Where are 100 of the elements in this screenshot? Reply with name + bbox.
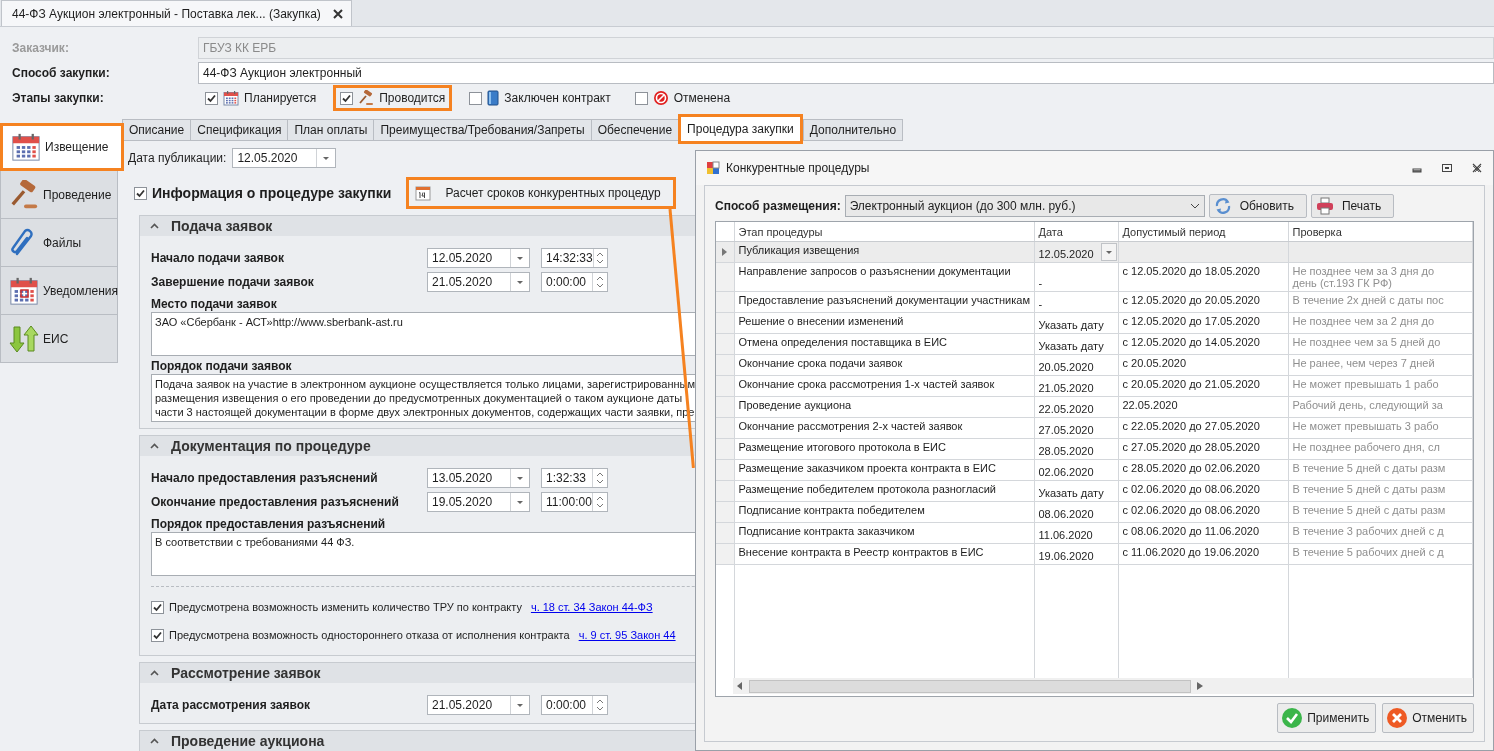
table-cell: Не позднее чем за 2 дня до [1288,312,1473,334]
checkbox[interactable] [134,186,147,200]
time-field[interactable]: 0:00:00 [541,695,608,715]
field-label: Дата публикации: [128,151,227,165]
nav-item[interactable]: Уведомления [0,267,118,315]
gavel-icon [358,90,375,106]
table-cell: 27.05.2020 [1034,417,1118,439]
arrow-left-icon[interactable] [737,682,743,690]
date-field[interactable]: 12.05.2020 [427,248,530,268]
field-label: Начало подачи заявок [151,251,285,265]
column-header[interactable]: Допустимый период [1118,222,1288,242]
table-cell: 02.06.2020 [1034,459,1118,481]
table-cell: Не может превышать 1 рабо [1288,375,1473,397]
tab[interactable]: Процедура закупки [678,114,803,144]
table-cell: 22.05.2020 [1034,396,1118,418]
tab[interactable]: План оплаты [287,119,374,141]
table-cell: с 12.05.2020 до 17.05.2020 [1118,312,1288,334]
date-field[interactable]: 13.05.2020 [427,468,530,488]
table-cell: - [1034,262,1118,292]
table-cell: Указать дату [1034,312,1118,334]
stage-label: Планируется [244,91,317,105]
nav-item[interactable]: Проведение [0,171,118,219]
table-cell: Указать дату [1034,480,1118,502]
column-header[interactable]: Проверка [1288,222,1473,242]
checkbox-label: Предусмотрена возможность одностороннего отказа от исполнения контракта [169,629,570,641]
time-field[interactable]: 11:00:00 [541,492,608,512]
field-label: Способ размещения: [715,199,841,213]
column-header[interactable]: Этап процедуры [734,222,1034,242]
checkbox[interactable] [634,91,648,105]
nav-item[interactable]: Извещение [0,123,124,171]
arrow-right-icon[interactable] [1197,682,1203,690]
close-icon[interactable] [332,8,343,19]
table-cell: В течение 2х дней с даты пос [1288,291,1473,313]
column-header[interactable]: Дата [1034,222,1118,242]
print-button[interactable]: Печать [1310,194,1395,218]
tab[interactable]: Дополнительно [802,119,904,141]
table-cell: Публикация извещения [734,241,1034,263]
table-cell: с 22.05.2020 до 27.05.2020 [1118,417,1288,439]
tab[interactable]: Обеспечение [590,119,679,141]
date-field[interactable]: 21.05.2020 [427,272,530,292]
nav-item[interactable]: Файлы [0,219,118,267]
section-title: Информация о процедуре закупки [152,185,392,201]
table-cell: с 02.06.2020 до 08.06.2020 [1118,480,1288,502]
horizontal-scrollbar[interactable] [733,678,1473,694]
time-field[interactable]: 1:32:33 [541,468,608,488]
table-cell: Окончание срока подачи заявок [734,354,1034,376]
law-link[interactable]: ч. 18 ст. 34 Закон 44-ФЗ [530,601,653,613]
caret-icon[interactable] [1100,243,1117,261]
table-cell: Указать дату [1034,333,1118,355]
table-cell: с 08.06.2020 до 11.06.2020 [1118,522,1288,544]
table-cell: Предоставление разъяснений документации участникам [734,291,1034,313]
checkbox-label: Предусмотрена возможность изменить количество ТРУ по контракту [169,601,522,613]
table-cell: 08.06.2020 [1034,501,1118,523]
date-field[interactable]: 21.05.2020 [427,695,530,715]
app-icon [706,161,720,175]
method-field[interactable]: 44-ФЗ Аукцион электронный [198,62,1494,84]
table-cell: Не ранее, чем через 7 дней [1288,354,1473,376]
caret-icon [150,738,159,744]
dialog-title: Конкурентные процедуры [726,161,870,175]
cancel-button[interactable]: Отменить [1382,703,1474,733]
checkbox[interactable] [151,628,164,642]
close-icon[interactable] [1471,162,1483,174]
apply-button[interactable]: Применить [1277,703,1377,733]
time-field[interactable]: 0:00:00 [541,272,608,292]
table-cell: В течение 3 рабочих дней с д [1288,522,1473,544]
maximize-icon[interactable] [1441,162,1453,174]
gavel-icon [9,179,39,210]
check-icon [1281,707,1304,729]
table-cell: В течение 5 дней с даты разм [1288,459,1473,481]
table-cell: Не позднее чем за 3 дня до день (ст.193 ГК РФ) [1288,262,1473,292]
table-cell: 28.05.2020 [1034,438,1118,460]
table-cell: с 20.05.2020 [1118,354,1288,376]
refresh-button[interactable]: Обновить [1208,194,1307,218]
table-cell: 20.05.2020 [1034,354,1118,376]
date-field[interactable]: 12.05.2020 [232,148,337,168]
checkbox[interactable] [469,91,483,105]
nav-item[interactable]: ЕИС [0,315,118,363]
date-field[interactable]: 19.05.2020 [427,492,530,512]
law-link[interactable]: ч. 9 ст. 95 Закон 44 [578,629,676,641]
field-label: Этапы закупки: [12,91,105,105]
tab[interactable]: Спецификация [190,119,288,141]
book-icon [487,90,500,106]
table-cell: с 12.05.2020 до 18.05.2020 [1118,262,1288,292]
placement-dropdown[interactable]: Электронный аукцион (до 300 млн. руб.) [844,195,1205,217]
table-cell: - [1034,291,1118,313]
table-cell: В течение 5 рабочих дней с д [1288,543,1473,565]
table-cell: 21.05.2020 [1034,375,1118,397]
tab[interactable]: Преимущества/Требования/Запреты [373,119,591,141]
customer-field: ГБУЗ КК ЕРБ [198,37,1494,59]
stage-label: Отменена [673,91,731,105]
table-cell: Размещение победителем протокола разногласий [734,480,1034,502]
scroll-thumb[interactable] [749,679,1191,693]
checkbox[interactable] [205,91,218,105]
checkbox[interactable] [151,600,164,614]
checkbox[interactable] [340,91,354,105]
row-indicator[interactable] [716,241,734,263]
table-cell: Не может превышать 3 рабо [1288,417,1473,439]
time-field[interactable]: 14:32:33 [541,248,608,268]
tab[interactable]: Описание [122,119,191,141]
calculate-button[interactable]: Расчет сроков конкурентных процедур [406,177,676,209]
